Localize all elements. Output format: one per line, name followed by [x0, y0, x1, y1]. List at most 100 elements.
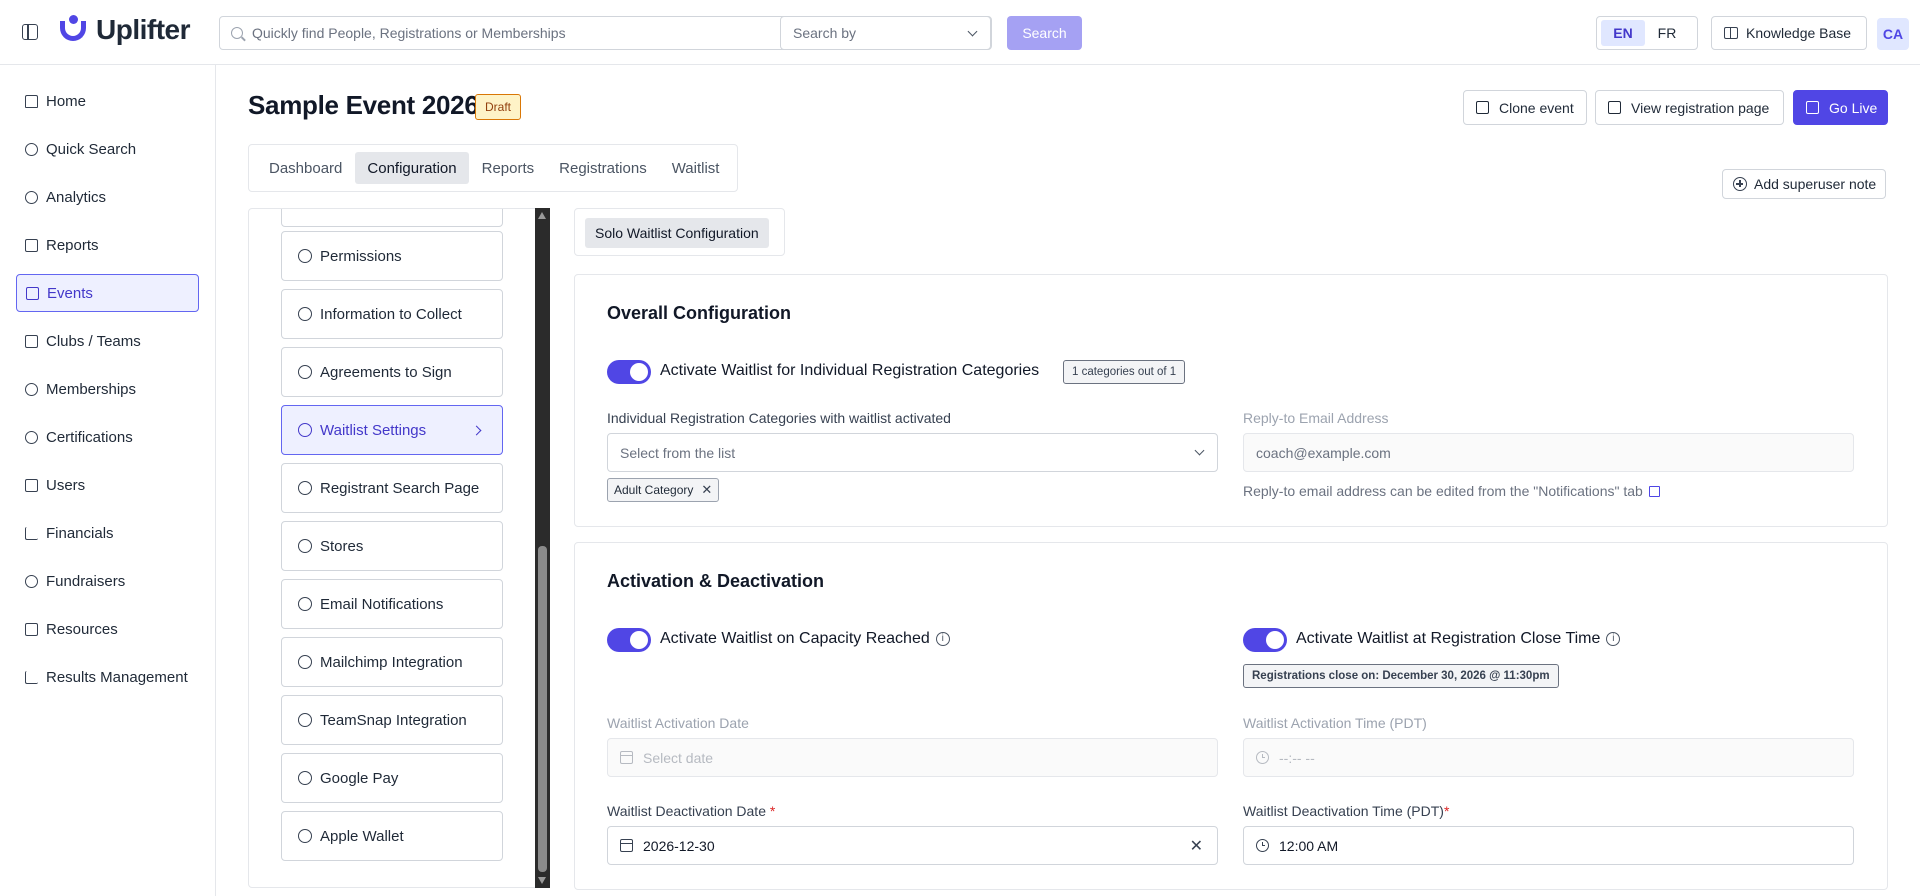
config-item-teamsnap-integration[interactable]: TeamSnap Integration — [281, 695, 503, 745]
config-item-label: Email Notifications — [320, 595, 444, 613]
info-icon[interactable]: i — [935, 631, 950, 646]
tab-reports[interactable]: Reports — [470, 152, 547, 184]
config-item-label: TeamSnap Integration — [320, 711, 467, 729]
calendar-icon — [620, 751, 633, 764]
remove-chip-icon[interactable]: ✕ — [701, 482, 712, 498]
search-by-select[interactable]: Search by — [780, 16, 991, 50]
sidebar-item-users[interactable]: Users — [16, 466, 199, 504]
config-item-mailchimp-integration[interactable]: Mailchimp Integration — [281, 637, 503, 687]
close-time-label-text: Activate Waitlist at Registration Close … — [1296, 630, 1601, 647]
radio-icon — [298, 481, 312, 495]
chevron-down-icon — [967, 26, 978, 37]
config-item-partial[interactable] — [281, 209, 503, 227]
radio-icon — [298, 307, 312, 321]
scroll-up-arrow-icon[interactable] — [538, 212, 546, 219]
sidebar-item-label: Analytics — [46, 188, 107, 206]
close-time-toggle[interactable] — [1243, 628, 1287, 652]
capacity-reached-toggle[interactable] — [607, 628, 651, 652]
radio-icon — [298, 365, 312, 379]
radio-icon — [298, 713, 312, 727]
radio-icon — [298, 597, 312, 611]
global-search-input[interactable] — [252, 17, 672, 49]
activation-date-field[interactable]: Select date — [607, 738, 1218, 777]
config-item-label: Waitlist Settings — [320, 421, 427, 439]
sidebar-item-resources[interactable]: Resources — [16, 610, 199, 648]
sidebar-item-certifications[interactable]: Certifications — [16, 418, 199, 456]
config-item-agreements-to-sign[interactable]: Agreements to Sign — [281, 347, 503, 397]
sidebar-item-label: Fundraisers — [46, 572, 126, 590]
config-item-registrant-search-page[interactable]: Registrant Search Page — [281, 463, 503, 513]
language-switcher: EN FR — [1596, 16, 1698, 50]
sidebar-item-label: Reports — [46, 236, 99, 254]
knowledge-base-button[interactable]: Knowledge Base — [1711, 16, 1867, 50]
sidebar-item-label: Resources — [46, 620, 118, 638]
config-item-google-pay[interactable]: Google Pay — [281, 753, 503, 803]
activation-time-placeholder: --:-- -- — [1279, 749, 1315, 766]
search-button[interactable]: Search — [1007, 16, 1082, 50]
logo-mark-icon — [58, 15, 88, 45]
sidebar-item-clubs-teams[interactable]: Clubs / Teams — [16, 322, 199, 360]
knowledge-base-label: Knowledge Base — [1746, 25, 1852, 41]
config-item-waitlist-settings[interactable]: Waitlist Settings — [281, 405, 503, 455]
external-link-icon[interactable] — [1648, 485, 1660, 497]
tab-configuration[interactable]: Configuration — [355, 152, 469, 184]
uplifter-logo[interactable]: Uplifter — [58, 14, 191, 46]
lang-en[interactable]: EN — [1601, 20, 1645, 46]
clear-date-icon[interactable]: ✕ — [1190, 836, 1203, 856]
go-live-button[interactable]: Go Live — [1793, 90, 1888, 125]
sidebar-collapse-icon[interactable] — [22, 24, 38, 40]
info-icon[interactable]: i — [1606, 631, 1621, 646]
tab-waitlist[interactable]: Waitlist — [660, 152, 732, 184]
config-item-label: Apple Wallet — [320, 827, 404, 845]
categories-select[interactable]: Select from the list — [607, 433, 1218, 472]
reply-to-email-field[interactable]: coach@example.com — [1243, 433, 1854, 472]
sidebar-item-results-management[interactable]: Results Management — [16, 658, 199, 696]
tab-dashboard[interactable]: Dashboard — [257, 152, 354, 184]
sidebar-item-events[interactable]: Events — [16, 274, 199, 312]
sidebar-item-label: Quick Search — [46, 140, 137, 158]
search-icon — [24, 142, 38, 156]
sidebar-item-label: Home — [46, 92, 87, 110]
radio-icon — [298, 829, 312, 843]
deactivation-date-field[interactable]: 2026-12-30 ✕ — [607, 826, 1218, 865]
config-item-email-notifications[interactable]: Email Notifications — [281, 579, 503, 629]
radio-icon — [298, 771, 312, 785]
user-avatar[interactable]: CA — [1877, 18, 1909, 50]
add-superuser-note-button[interactable]: Add superuser note — [1722, 169, 1886, 199]
waitlist-subtabs: Solo Waitlist Configuration — [574, 208, 785, 256]
sidebar-item-analytics[interactable]: Analytics — [16, 178, 199, 216]
tab-registrations[interactable]: Registrations — [547, 152, 659, 184]
deactivation-time-field[interactable]: 12:00 AM — [1243, 826, 1854, 865]
sidebar-item-financials[interactable]: Financials — [16, 514, 199, 552]
sidebar-item-reports[interactable]: Reports — [16, 226, 199, 264]
lang-fr[interactable]: FR — [1645, 20, 1689, 46]
view-registration-page-button[interactable]: View registration page — [1595, 90, 1784, 125]
activation-date-placeholder: Select date — [643, 749, 714, 766]
sidebar-item-home[interactable]: Home — [16, 82, 199, 120]
view-registration-page-label: View registration page — [1631, 99, 1770, 116]
scrollbar-thumb[interactable] — [538, 546, 547, 872]
config-item-information-to-collect[interactable]: Information to Collect — [281, 289, 503, 339]
copy-icon — [1476, 101, 1489, 114]
config-item-apple-wallet[interactable]: Apple Wallet — [281, 811, 503, 861]
config-menu-scrollbar[interactable] — [535, 208, 550, 888]
sidebar-item-fundraisers[interactable]: Fundraisers — [16, 562, 199, 600]
sidebar-item-label: Results Management — [46, 668, 188, 686]
config-item-label: Stores — [320, 537, 364, 555]
handshake-icon — [24, 574, 38, 588]
overall-configuration-title: Overall Configuration — [607, 303, 792, 323]
config-item-label: Registrant Search Page — [320, 479, 480, 497]
activation-time-field[interactable]: --:-- -- — [1243, 738, 1854, 777]
config-item-stores[interactable]: Stores — [281, 521, 503, 571]
individual-waitlist-toggle[interactable] — [607, 360, 651, 384]
scroll-down-arrow-icon[interactable] — [538, 877, 546, 884]
tab-solo-waitlist-configuration[interactable]: Solo Waitlist Configuration — [585, 218, 769, 248]
config-item-label: Mailchimp Integration — [320, 653, 463, 671]
selected-category-label: Adult Category — [614, 483, 694, 497]
config-item-permissions[interactable]: Permissions — [281, 231, 503, 281]
clone-event-button[interactable]: Clone event — [1463, 90, 1587, 125]
sidebar-item-quick-search[interactable]: Quick Search — [16, 130, 199, 168]
sidebar-item-memberships[interactable]: Memberships — [16, 370, 199, 408]
config-item-label: Agreements to Sign — [320, 363, 452, 381]
home-icon — [24, 94, 38, 108]
